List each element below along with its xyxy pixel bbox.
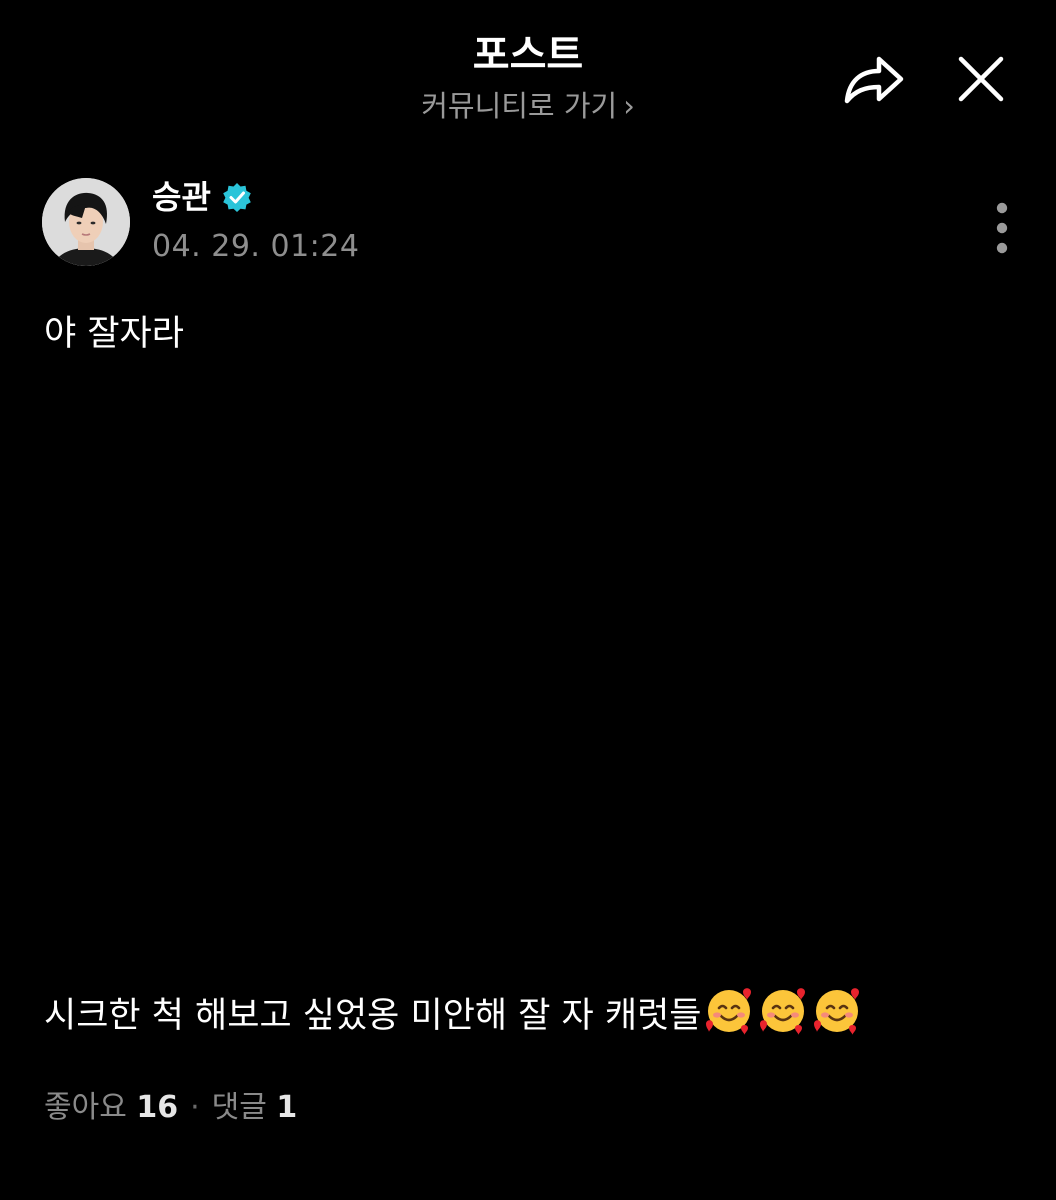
close-button[interactable]: [946, 44, 1016, 114]
avatar[interactable]: [42, 178, 130, 266]
more-options-button[interactable]: [986, 198, 1018, 258]
post-body-text: 시크한 척 해보고 싶었옹 미안해 잘 자 캐럿들: [44, 996, 702, 1036]
share-arrow-icon: [844, 56, 904, 104]
close-icon: [958, 56, 1004, 102]
share-button[interactable]: [836, 44, 910, 114]
comments-count: 1: [276, 1090, 298, 1125]
likes-count: 16: [136, 1090, 179, 1125]
comments-label: 댓글: [211, 1090, 267, 1125]
likes-button[interactable]: 좋아요 16: [44, 1090, 178, 1125]
verified-badge-icon: [223, 183, 251, 212]
smiling-face-with-hearts-emoji: [703, 984, 755, 1050]
go-to-community-label: 커뮤니티로 가기: [421, 89, 618, 123]
chevron-right-icon: ›: [623, 89, 635, 123]
stats-separator: ·: [190, 1090, 200, 1125]
post-timestamp: 04. 29. 01:24: [152, 229, 360, 264]
likes-label: 좋아요: [44, 1090, 127, 1125]
post-body: 시크한 척 해보고 싶었옹 미안해 잘 자 캐럿들: [44, 984, 863, 1050]
smiling-face-with-hearts-emoji: [811, 984, 863, 1050]
post-title: 야 잘자라: [44, 314, 184, 354]
profile-photo: [42, 178, 130, 266]
post-stats: 좋아요 16 · 댓글 1: [44, 1088, 297, 1128]
author-name[interactable]: 승관: [152, 176, 211, 218]
comments-button[interactable]: 댓글 1: [212, 1090, 298, 1125]
smiling-face-with-hearts-emoji: [757, 984, 809, 1050]
more-vertical-icon: [996, 202, 1008, 254]
